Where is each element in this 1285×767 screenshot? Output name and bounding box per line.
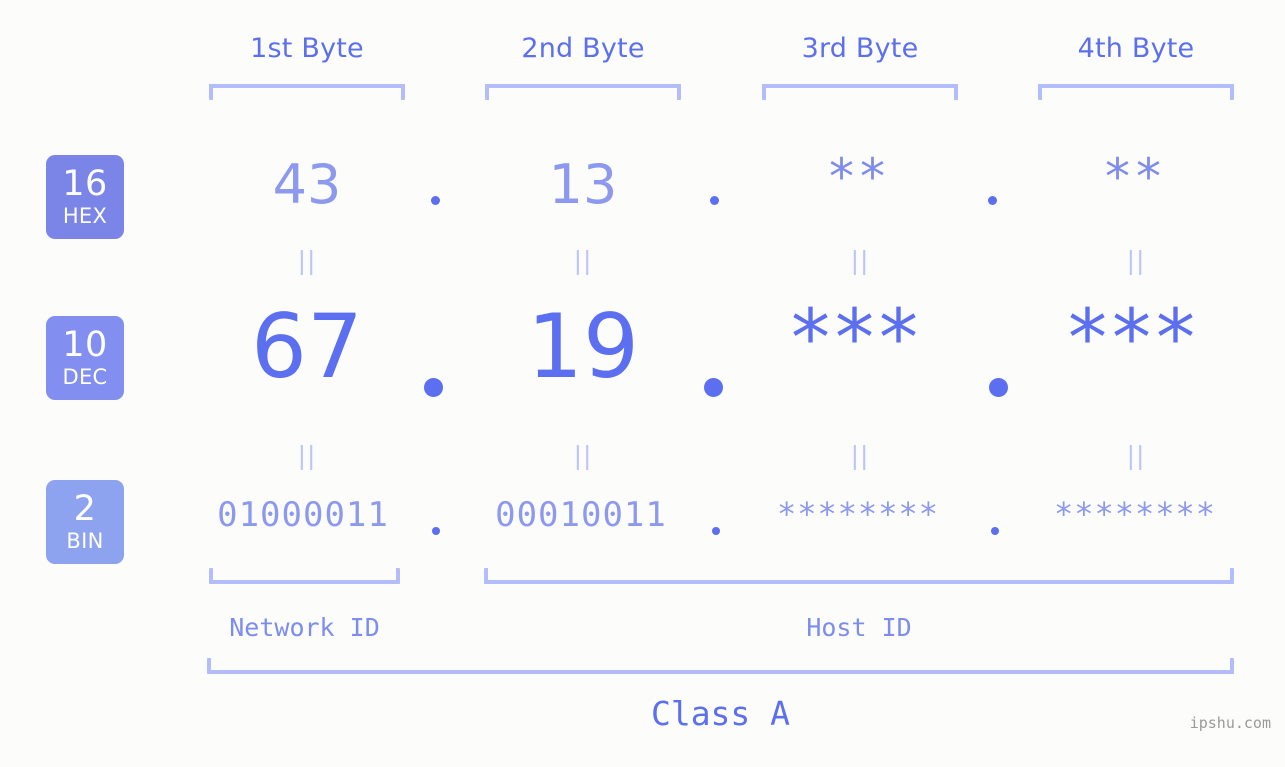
equals-mark-hex-dec-4: || [1126,246,1146,275]
base-badge-dec: 10 DEC [46,316,124,400]
equals-mark-dec-bin-2: || [573,441,593,470]
base-badge-bin-number: 2 [73,489,97,529]
class-bracket [207,658,1234,674]
byte-header-1: 1st Byte [250,33,364,64]
dec-octet-1: 67 [251,295,363,398]
equals-mark-hex-dec-1: || [297,246,317,275]
network-id-label: Network ID [229,613,380,642]
byte-bracket-4 [1038,84,1234,100]
byte-header-4: 4th Byte [1077,33,1195,64]
equals-mark-hex-dec-2: || [573,246,593,275]
bin-octet-4: ******** [1053,495,1217,533]
host-id-bracket [484,568,1234,584]
byte-bracket-2 [485,84,681,100]
base-badge-dec-number: 10 [62,325,108,365]
base-badge-dec-name: DEC [62,365,108,389]
byte-bracket-1 [209,84,405,100]
watermark: ipshu.com [1189,714,1271,732]
hex-octet-3: ** [829,148,891,206]
host-id-label: Host ID [806,613,912,642]
dec-separator-dot-3 [989,378,1008,397]
dec-separator-dot-1 [424,378,443,397]
bin-octet-2: 00010011 [495,495,667,535]
byte-header-2: 2nd Byte [521,33,645,64]
hex-octet-4: ** [1105,148,1167,206]
base-badge-hex-number: 16 [62,164,108,204]
bin-separator-dot-2 [712,527,720,535]
base-badge-bin: 2 BIN [46,480,124,564]
dec-octet-4: *** [1068,294,1200,384]
bin-separator-dot-1 [432,527,440,535]
hex-separator-dot-3 [988,196,997,205]
equals-mark-dec-bin-3: || [850,441,870,470]
byte-bracket-3 [762,84,958,100]
byte-header-3: 3rd Byte [801,33,919,64]
hex-separator-dot-1 [431,196,440,205]
dec-separator-dot-2 [704,378,723,397]
equals-mark-dec-bin-1: || [297,441,317,470]
dec-octet-3: *** [791,294,923,384]
base-badge-hex: 16 HEX [46,155,124,239]
dec-octet-2: 19 [527,295,639,398]
hex-octet-1: 43 [272,153,342,216]
bin-octet-1: 01000011 [217,495,389,535]
bin-separator-dot-3 [991,527,999,535]
base-badge-hex-name: HEX [62,204,108,228]
equals-mark-dec-bin-4: || [1126,441,1146,470]
equals-mark-hex-dec-3: || [850,246,870,275]
bin-octet-3: ******** [776,495,940,533]
ip-address-breakdown-diagram: 1st Byte 2nd Byte 3rd Byte 4th Byte 16 H… [0,0,1285,767]
base-badge-bin-name: BIN [66,529,104,553]
hex-octet-2: 13 [548,153,618,216]
class-label: Class A [650,694,791,733]
hex-separator-dot-2 [710,196,719,205]
network-id-bracket [209,568,400,584]
